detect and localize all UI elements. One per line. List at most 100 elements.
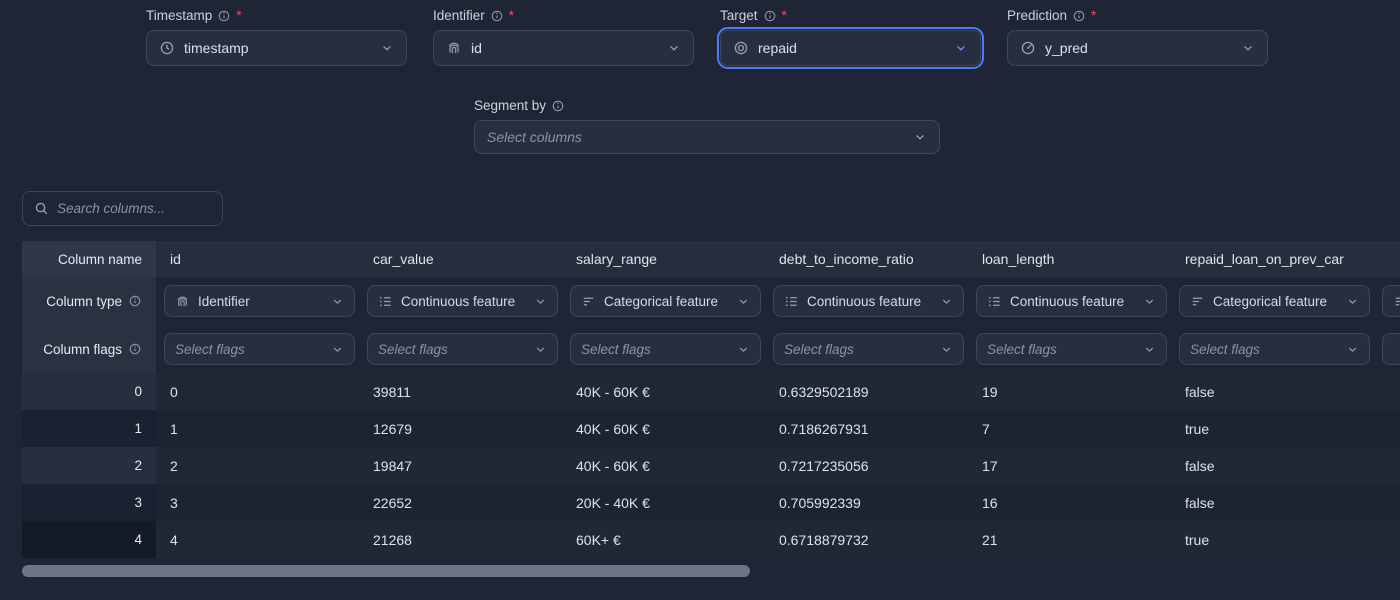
- segment-by-select[interactable]: Select columns: [474, 120, 940, 154]
- fingerprint-icon: [175, 294, 190, 309]
- column-type-value: Continuous feature: [401, 294, 515, 309]
- type-cell-id: Identifier: [156, 277, 359, 325]
- column-flags-select[interactable]: [1382, 333, 1400, 365]
- table-cell: 0.6329502189: [765, 373, 968, 410]
- table-cell: true: [1171, 521, 1374, 558]
- chevron-down-icon: [331, 295, 344, 308]
- ordered-list-icon: [987, 294, 1002, 309]
- chevron-down-icon: [940, 295, 953, 308]
- flags-cell-car-value: Select flags: [359, 325, 562, 373]
- chevron-down-icon: [1346, 295, 1359, 308]
- flags-placeholder: Select flags: [987, 342, 1057, 357]
- column-header-overflow: [1374, 241, 1400, 277]
- column-type-select[interactable]: Categorical feature: [570, 285, 761, 317]
- type-cell-overflow: [1374, 277, 1400, 325]
- table-cell: 17: [968, 447, 1171, 484]
- timestamp-select[interactable]: timestamp: [146, 30, 407, 66]
- horizontal-scrollbar[interactable]: [22, 565, 750, 577]
- table-cell: 0.7186267931: [765, 410, 968, 447]
- column-header-car-value: car_value: [359, 241, 562, 277]
- flags-placeholder: Select flags: [175, 342, 245, 357]
- column-flags-select[interactable]: Select flags: [570, 333, 761, 365]
- info-icon[interactable]: [217, 9, 231, 23]
- column-flags-select[interactable]: Select flags: [773, 333, 964, 365]
- type-cell-debt-to-income-ratio: Continuous feature: [765, 277, 968, 325]
- prediction-select[interactable]: y_pred: [1007, 30, 1268, 66]
- category-lines-icon: [1190, 294, 1205, 309]
- column-name-row-header: Column name: [22, 241, 156, 277]
- ordered-list-icon: [378, 294, 393, 309]
- target-select[interactable]: repaid: [720, 30, 981, 66]
- table-cell: 21: [968, 521, 1171, 558]
- table-cell: 2: [156, 447, 359, 484]
- fingerprint-icon: [446, 40, 462, 56]
- table-cell: false: [1171, 447, 1374, 484]
- flags-cell-loan-length: Select flags: [968, 325, 1171, 373]
- flags-cell-salary-range: Select flags: [562, 325, 765, 373]
- column-flags-select[interactable]: Select flags: [1179, 333, 1370, 365]
- table-cell: 40K - 60K €: [562, 373, 765, 410]
- column-type-select[interactable]: Categorical feature: [1179, 285, 1370, 317]
- search-icon: [34, 201, 49, 216]
- column-type-value: Categorical feature: [1213, 294, 1327, 309]
- column-type-select[interactable]: [1382, 285, 1400, 317]
- field-label-text: Segment by: [474, 98, 546, 113]
- table-cell: true: [1171, 410, 1374, 447]
- identifier-label: Identifier *: [433, 8, 694, 23]
- selectors-row: Timestamp * timestamp Identifier: [146, 8, 1268, 66]
- column-flags-select[interactable]: Select flags: [976, 333, 1167, 365]
- field-label-text: Identifier: [433, 8, 485, 23]
- identifier-select[interactable]: id: [433, 30, 694, 66]
- timestamp-select-value: timestamp: [184, 40, 249, 56]
- flags-placeholder: Select flags: [581, 342, 651, 357]
- info-icon[interactable]: [490, 9, 504, 23]
- type-cell-salary-range: Categorical feature: [562, 277, 765, 325]
- identifier-select-value: id: [471, 40, 482, 56]
- chevron-down-icon: [534, 295, 547, 308]
- table-cell: 0.6718879732: [765, 521, 968, 558]
- column-flags-select[interactable]: Select flags: [164, 333, 355, 365]
- row-index: 3: [22, 484, 156, 521]
- column-header-debt-to-income-ratio: debt_to_income_ratio: [765, 241, 968, 277]
- clock-icon: [159, 40, 175, 56]
- identifier-field: Identifier * id: [433, 8, 694, 66]
- table-cell: 22652: [359, 484, 562, 521]
- type-cell-repaid-loan-on-prev-car: Categorical feature: [1171, 277, 1374, 325]
- chevron-down-icon: [737, 295, 750, 308]
- dataset-setup-page: Timestamp * timestamp Identifier: [0, 0, 1400, 600]
- row-index: 2: [22, 447, 156, 484]
- column-type-value: Continuous feature: [1010, 294, 1124, 309]
- table-cell-overflow: [1374, 410, 1400, 447]
- prediction-select-value: y_pred: [1045, 40, 1088, 56]
- table-cell: 1: [156, 410, 359, 447]
- info-icon[interactable]: [763, 9, 777, 23]
- flags-placeholder: Select flags: [378, 342, 448, 357]
- info-icon[interactable]: [1072, 9, 1086, 23]
- timestamp-field: Timestamp * timestamp: [146, 8, 407, 66]
- column-type-select[interactable]: Identifier: [164, 285, 355, 317]
- ordered-list-icon: [784, 294, 799, 309]
- columns-table: Column name id car_value salary_range de…: [22, 241, 1400, 558]
- field-label-text: Target: [720, 8, 758, 23]
- table-cell: 0: [156, 373, 359, 410]
- segment-by-placeholder: Select columns: [487, 129, 582, 145]
- chevron-down-icon: [380, 41, 394, 55]
- search-box[interactable]: [22, 191, 223, 226]
- info-icon[interactable]: [128, 342, 142, 356]
- column-type-select[interactable]: Continuous feature: [367, 285, 558, 317]
- prediction-field: Prediction * y_pred: [1007, 8, 1268, 66]
- chevron-down-icon: [667, 41, 681, 55]
- field-label-text: Prediction: [1007, 8, 1067, 23]
- search-input[interactable]: [57, 201, 211, 216]
- table-cell: 0.705992339: [765, 484, 968, 521]
- column-type-select[interactable]: Continuous feature: [976, 285, 1167, 317]
- info-icon[interactable]: [551, 99, 565, 113]
- table-cell: 21268: [359, 521, 562, 558]
- table-cell: false: [1171, 484, 1374, 521]
- table-cell: 4: [156, 521, 359, 558]
- column-header-repaid-loan-on-prev-car: repaid_loan_on_prev_car: [1171, 241, 1374, 277]
- column-type-select[interactable]: Continuous feature: [773, 285, 964, 317]
- column-flags-select[interactable]: Select flags: [367, 333, 558, 365]
- info-icon[interactable]: [128, 294, 142, 308]
- table-cell: 39811: [359, 373, 562, 410]
